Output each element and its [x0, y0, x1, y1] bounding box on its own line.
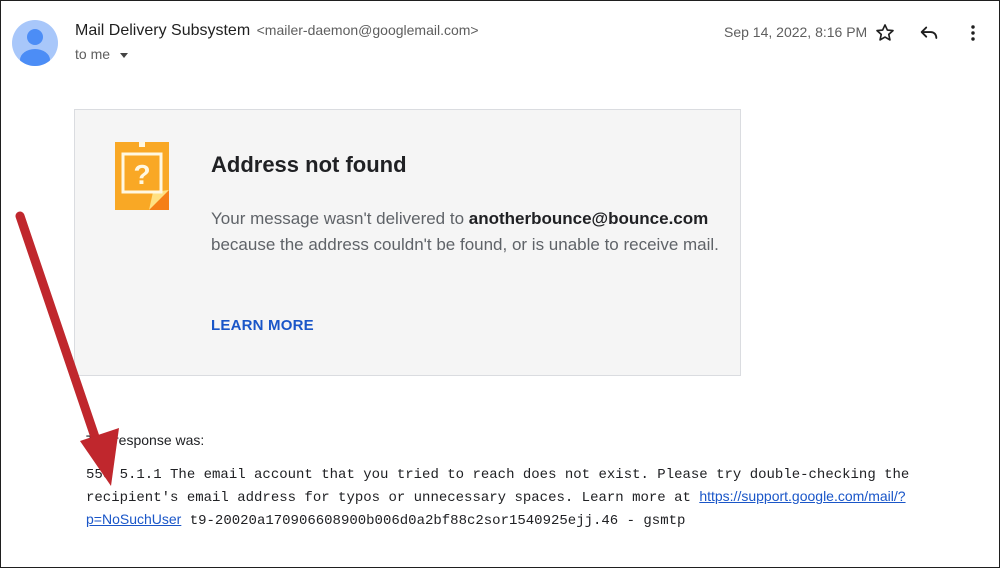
bounce-notice-card: ? Address not found Your message wasn't … — [74, 109, 741, 376]
sender-name[interactable]: Mail Delivery Subsystem — [75, 22, 250, 39]
recipient-address: anotherbounce@bounce.com — [468, 209, 709, 228]
recipient-label: to me — [75, 46, 111, 62]
caret-down-icon — [120, 52, 129, 58]
response-label: The response was: — [86, 432, 205, 448]
learn-more-link[interactable]: LEARN MORE — [211, 317, 314, 334]
card-message: Your message wasn't delivered to another… — [211, 206, 731, 258]
sender-email: <mailer-daemon@googlemail.com> — [256, 22, 479, 38]
document-question-icon: ? — [115, 142, 169, 217]
response-suffix: t9-20020a170906608900b006d0a2bf88c2sor15… — [181, 513, 686, 529]
star-outline-icon — [876, 24, 894, 41]
sender-line: Mail Delivery Subsystem <mailer-daemon@g… — [75, 22, 479, 40]
recipient-details-toggle[interactable]: to me — [75, 46, 129, 62]
reply-icon — [920, 26, 938, 39]
more-options-button[interactable] — [960, 20, 986, 46]
person-avatar-icon — [20, 29, 50, 66]
card-title: Address not found — [211, 152, 407, 177]
smtp-response-text: 550 5.1.1 The email account that you tri… — [86, 465, 936, 532]
message-suffix: because the address couldn't be found, o… — [211, 235, 719, 254]
star-button[interactable] — [872, 20, 898, 46]
more-vertical-icon — [971, 25, 975, 41]
svg-text:?: ? — [133, 159, 150, 190]
message-date: Sep 14, 2022, 8:16 PM — [724, 24, 868, 40]
reply-button[interactable] — [916, 20, 942, 46]
sender-avatar[interactable] — [12, 20, 58, 66]
message-prefix: Your message wasn't delivered to — [211, 209, 469, 228]
